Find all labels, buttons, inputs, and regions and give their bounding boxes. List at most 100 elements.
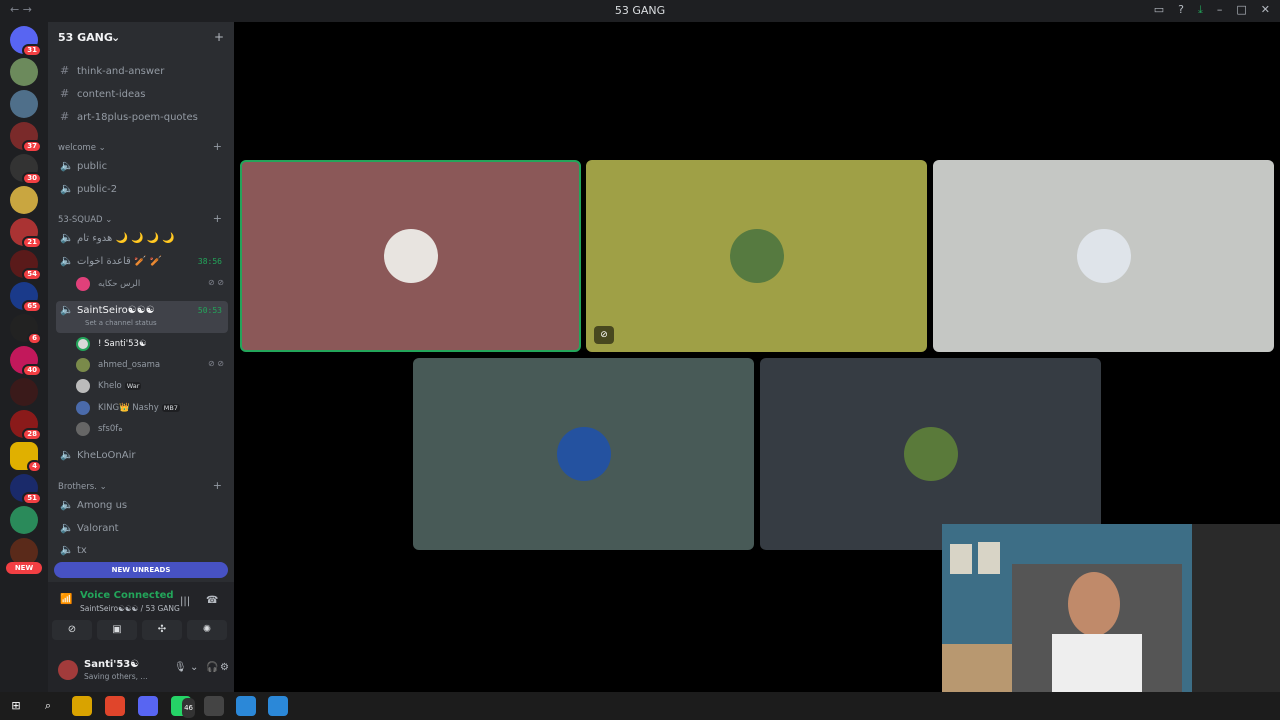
participant-tile[interactable] <box>240 160 581 352</box>
signal-icon[interactable]: 📶 <box>60 594 72 605</box>
search-icon[interactable]: ⌕ <box>38 696 58 716</box>
new-unreads-bar[interactable]: NEW UNREADS <box>54 562 228 578</box>
speaker-icon: 🔈 <box>60 231 74 244</box>
call-timer: 50:53 <box>197 306 222 315</box>
user-status: Saving others, ... <box>84 672 148 681</box>
add-channel-icon[interactable]: + <box>213 479 222 492</box>
voice-channel[interactable]: 🔈 KheLoOnAir <box>56 446 228 466</box>
help-icon[interactable]: ? <box>1178 3 1184 17</box>
badge: 21 <box>22 236 42 249</box>
server-icon[interactable]: 51 <box>10 474 42 505</box>
participant-tile[interactable] <box>760 358 1101 550</box>
server-icon[interactable]: 37 <box>10 122 42 153</box>
speaker-icon: 🔈 <box>60 254 74 267</box>
camera-off-button[interactable]: ⊘ <box>52 620 92 640</box>
add-channel-icon[interactable]: + <box>213 140 222 153</box>
add-member-icon[interactable]: + <box>214 30 224 44</box>
server-icon[interactable] <box>10 506 38 534</box>
participant-tile[interactable] <box>413 358 754 550</box>
app-icon[interactable] <box>268 696 288 716</box>
avatar <box>1076 229 1131 283</box>
server-icon[interactable]: 4 <box>10 442 42 473</box>
home-button[interactable]: 31 <box>10 26 42 57</box>
avatar <box>76 358 90 372</box>
discord-icon[interactable] <box>138 696 158 716</box>
voice-channel[interactable]: 🔈 هدوء تام 🌙 🌙 🌙 🌙 <box>56 229 228 249</box>
maximize-icon[interactable]: □ <box>1236 3 1246 17</box>
text-channel[interactable]: # art-18plus-poem-quotes <box>56 108 228 128</box>
category-welcome[interactable]: welcome ⌄ <box>58 143 106 153</box>
server-icon[interactable]: 54 <box>10 250 42 281</box>
file-explorer-icon[interactable] <box>72 696 92 716</box>
speaker-icon: 🔈 <box>60 498 74 511</box>
inbox-icon[interactable]: ▭ <box>1154 3 1164 17</box>
voice-channel[interactable]: 🔈 public-2 <box>56 180 228 200</box>
server-header[interactable]: 53 GANG ⌄ + <box>48 22 234 54</box>
server-icon[interactable]: 30 <box>10 154 42 185</box>
chevron-down-icon[interactable]: ⌄ <box>190 662 198 673</box>
server-icon[interactable]: 40 <box>10 346 42 377</box>
screen-share-button[interactable]: ▣ <box>97 620 137 640</box>
badge: 4 <box>27 460 42 473</box>
voice-member[interactable]: الرس حكايه ⊘ ⊘ <box>76 274 226 294</box>
speaker-icon: 🔈 <box>60 182 74 195</box>
obs-icon[interactable] <box>204 696 224 716</box>
voice-member[interactable]: KING👑 Nashy MB7 <box>76 398 226 418</box>
noise-suppression-icon[interactable]: ||| <box>180 596 190 607</box>
server-icon[interactable]: 6 <box>10 314 42 345</box>
voice-member[interactable]: Khelo War <box>76 376 226 396</box>
badge: 46 <box>182 698 195 718</box>
window-title: 53 GANG <box>614 4 666 17</box>
gear-icon[interactable]: ⚙ <box>220 662 229 673</box>
text-channel[interactable]: # content-ideas <box>56 85 228 105</box>
voice-channel[interactable]: 🔈 tx <box>56 541 228 561</box>
server-icon[interactable]: 28 <box>10 410 42 441</box>
voice-member[interactable]: ! Santi'53☯ <box>76 334 226 354</box>
new-pill[interactable]: NEW <box>6 562 42 574</box>
category-squad[interactable]: 53-SQUAD ⌄ <box>58 215 112 225</box>
badge: 30 <box>22 172 42 185</box>
badge: 65 <box>22 300 42 313</box>
voice-connected-label: Voice Connected <box>80 590 174 601</box>
server-icon[interactable] <box>10 186 38 214</box>
app-icon[interactable] <box>236 696 256 716</box>
server-icon[interactable] <box>10 90 38 118</box>
disconnect-icon[interactable]: ☎ <box>206 595 218 606</box>
voice-channel[interactable]: 🔈 Among us <box>56 496 228 516</box>
activities-button[interactable]: ✣ <box>142 620 182 640</box>
voice-member[interactable]: sfs0fه <box>76 419 226 439</box>
server-icon[interactable] <box>10 58 38 86</box>
voice-member[interactable]: ahmed_osama ⊘ ⊘ <box>76 355 226 375</box>
hash-icon: # <box>60 110 70 123</box>
headphones-icon[interactable]: 🎧 <box>206 662 218 673</box>
participant-tile[interactable]: ⊘ <box>586 160 927 352</box>
voice-channel[interactable]: 🔈 قاعدة اخوات 🏏 🏏 38:56 <box>56 252 228 272</box>
avatar <box>76 337 90 351</box>
download-icon[interactable]: ⤓ <box>1198 3 1203 17</box>
server-icon[interactable] <box>10 378 38 406</box>
server-icon[interactable]: 65 <box>10 282 42 313</box>
minimize-icon[interactable]: – <box>1217 3 1223 17</box>
avatar[interactable] <box>58 660 78 680</box>
category-brothers[interactable]: Brothers. ⌄ <box>58 482 107 492</box>
text-channel[interactable]: # think-and-answer <box>56 62 228 82</box>
channel-status[interactable]: Set a channel status <box>85 319 157 327</box>
participant-tile[interactable] <box>933 160 1274 352</box>
microphone-icon[interactable]: 🎙 <box>174 662 187 673</box>
server-list: 31 37 30 21 54 65 6 40 28 4 51 NEW <box>0 22 48 692</box>
soundboard-button[interactable]: ✺ <box>187 620 227 640</box>
video-off-icon: ⊘ <box>594 326 614 344</box>
add-channel-icon[interactable]: + <box>213 212 222 225</box>
badge: 37 <box>22 140 42 153</box>
user-panel: Santi'53☯ Saving others, ... 🎙 ⌄ 🎧 ⚙ <box>48 650 234 692</box>
windows-start-icon[interactable]: ⊞ <box>6 696 26 716</box>
voice-channel-active[interactable]: 🔈 SaintSeiro☯☯☯ 50:53 Set a channel status <box>56 301 228 333</box>
brave-icon[interactable] <box>105 696 125 716</box>
voice-channel-path[interactable]: SaintSeiro☯☯☯ / 53 GANG <box>80 604 180 613</box>
voice-channel[interactable]: 🔈 Valorant <box>56 519 228 539</box>
voice-channel[interactable]: 🔈 public <box>56 157 228 177</box>
avatar <box>383 229 438 283</box>
close-icon[interactable]: ✕ <box>1261 3 1270 17</box>
server-icon[interactable]: 21 <box>10 218 42 249</box>
whatsapp-icon[interactable]: 46 <box>171 696 195 718</box>
